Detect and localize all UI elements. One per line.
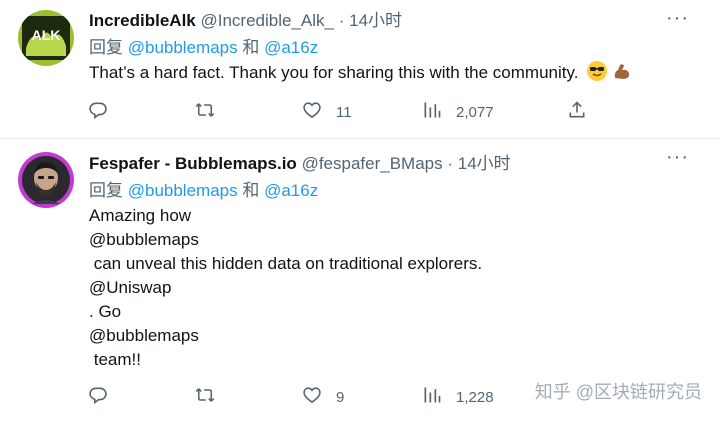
views-button[interactable]: 2,077 bbox=[422, 100, 494, 124]
separator: · bbox=[338, 11, 345, 30]
tweet[interactable]: ALK ··· IncredibleAlk @Incredible_Alk_ ·… bbox=[0, 0, 720, 138]
tweet-text: Amazing how @bubblemaps can unveal this … bbox=[89, 204, 680, 372]
svg-text:ALK: ALK bbox=[32, 27, 61, 43]
views-icon bbox=[422, 385, 442, 409]
reply-icon bbox=[88, 385, 108, 409]
share-button[interactable] bbox=[567, 100, 587, 124]
timestamp[interactable]: 14小时 bbox=[349, 11, 402, 30]
mention-link[interactable]: @bubblemaps bbox=[89, 228, 680, 252]
tweet-text-line: team!! bbox=[89, 350, 141, 369]
heart-icon bbox=[302, 100, 322, 124]
like-button[interactable]: 11 bbox=[302, 100, 352, 124]
watermark: 知乎 @区块链研究员 bbox=[534, 382, 702, 402]
tweet-text: That’s a hard fact. Thank you for sharin… bbox=[89, 61, 680, 85]
sunglasses-emoji-icon bbox=[587, 61, 608, 81]
reply-button[interactable] bbox=[88, 100, 108, 124]
retweet-button[interactable] bbox=[195, 100, 215, 124]
views-button[interactable]: 1,228 bbox=[422, 385, 494, 409]
timestamp[interactable]: 14小时 bbox=[458, 154, 511, 173]
tweet-actions: 9 1,228 bbox=[88, 385, 598, 409]
flexed-biceps-emoji-icon bbox=[612, 61, 632, 81]
tweet-text-line: Amazing how bbox=[89, 206, 192, 225]
user-handle[interactable]: @fespafer_BMaps bbox=[302, 154, 443, 173]
reply-and: 和 bbox=[242, 181, 260, 200]
like-button[interactable]: 9 bbox=[302, 385, 344, 409]
like-count: 9 bbox=[336, 388, 345, 406]
reply-prefix: 回复 bbox=[89, 38, 123, 57]
mention-link[interactable]: @bubblemaps bbox=[128, 181, 238, 200]
reply-and: 和 bbox=[242, 38, 260, 57]
retweet-icon bbox=[195, 385, 215, 409]
view-count: 2,077 bbox=[456, 103, 494, 121]
reply-prefix: 回复 bbox=[89, 181, 123, 200]
share-icon bbox=[567, 100, 587, 124]
user-handle[interactable]: @Incredible_Alk_ bbox=[201, 11, 335, 30]
heart-icon bbox=[302, 385, 322, 409]
tweet-text-line: . Go bbox=[89, 302, 122, 321]
reply-icon bbox=[88, 100, 108, 124]
mention-link[interactable]: @Uniswap bbox=[89, 276, 680, 300]
retweet-button[interactable] bbox=[195, 385, 215, 409]
retweet-icon bbox=[195, 100, 215, 124]
mention-link[interactable]: @a16z bbox=[264, 181, 318, 200]
reply-context: 回复 @bubblemaps 和 @a16z bbox=[89, 178, 680, 204]
tweet-actions: 11 2,077 bbox=[88, 100, 598, 124]
display-name[interactable]: Fespafer - Bubblemaps.io bbox=[89, 154, 297, 173]
views-icon bbox=[422, 100, 442, 124]
like-count: 11 bbox=[336, 103, 352, 121]
display-name[interactable]: IncredibleAlk bbox=[89, 11, 196, 30]
tweet-text-body: That’s a hard fact. Thank you for sharin… bbox=[89, 63, 579, 82]
view-count: 1,228 bbox=[456, 388, 494, 406]
reply-context: 回复 @bubblemaps 和 @a16z bbox=[89, 35, 680, 61]
tweet-text-line: can unveal this hidden data on tradition… bbox=[89, 254, 483, 273]
separator: · bbox=[447, 154, 454, 173]
reply-button[interactable] bbox=[88, 385, 108, 409]
avatar[interactable]: ALK bbox=[18, 10, 74, 66]
mention-link[interactable]: @bubblemaps bbox=[128, 38, 238, 57]
mention-link[interactable]: @a16z bbox=[264, 38, 318, 57]
avatar[interactable] bbox=[18, 152, 74, 208]
mention-link[interactable]: @bubblemaps bbox=[89, 324, 680, 348]
